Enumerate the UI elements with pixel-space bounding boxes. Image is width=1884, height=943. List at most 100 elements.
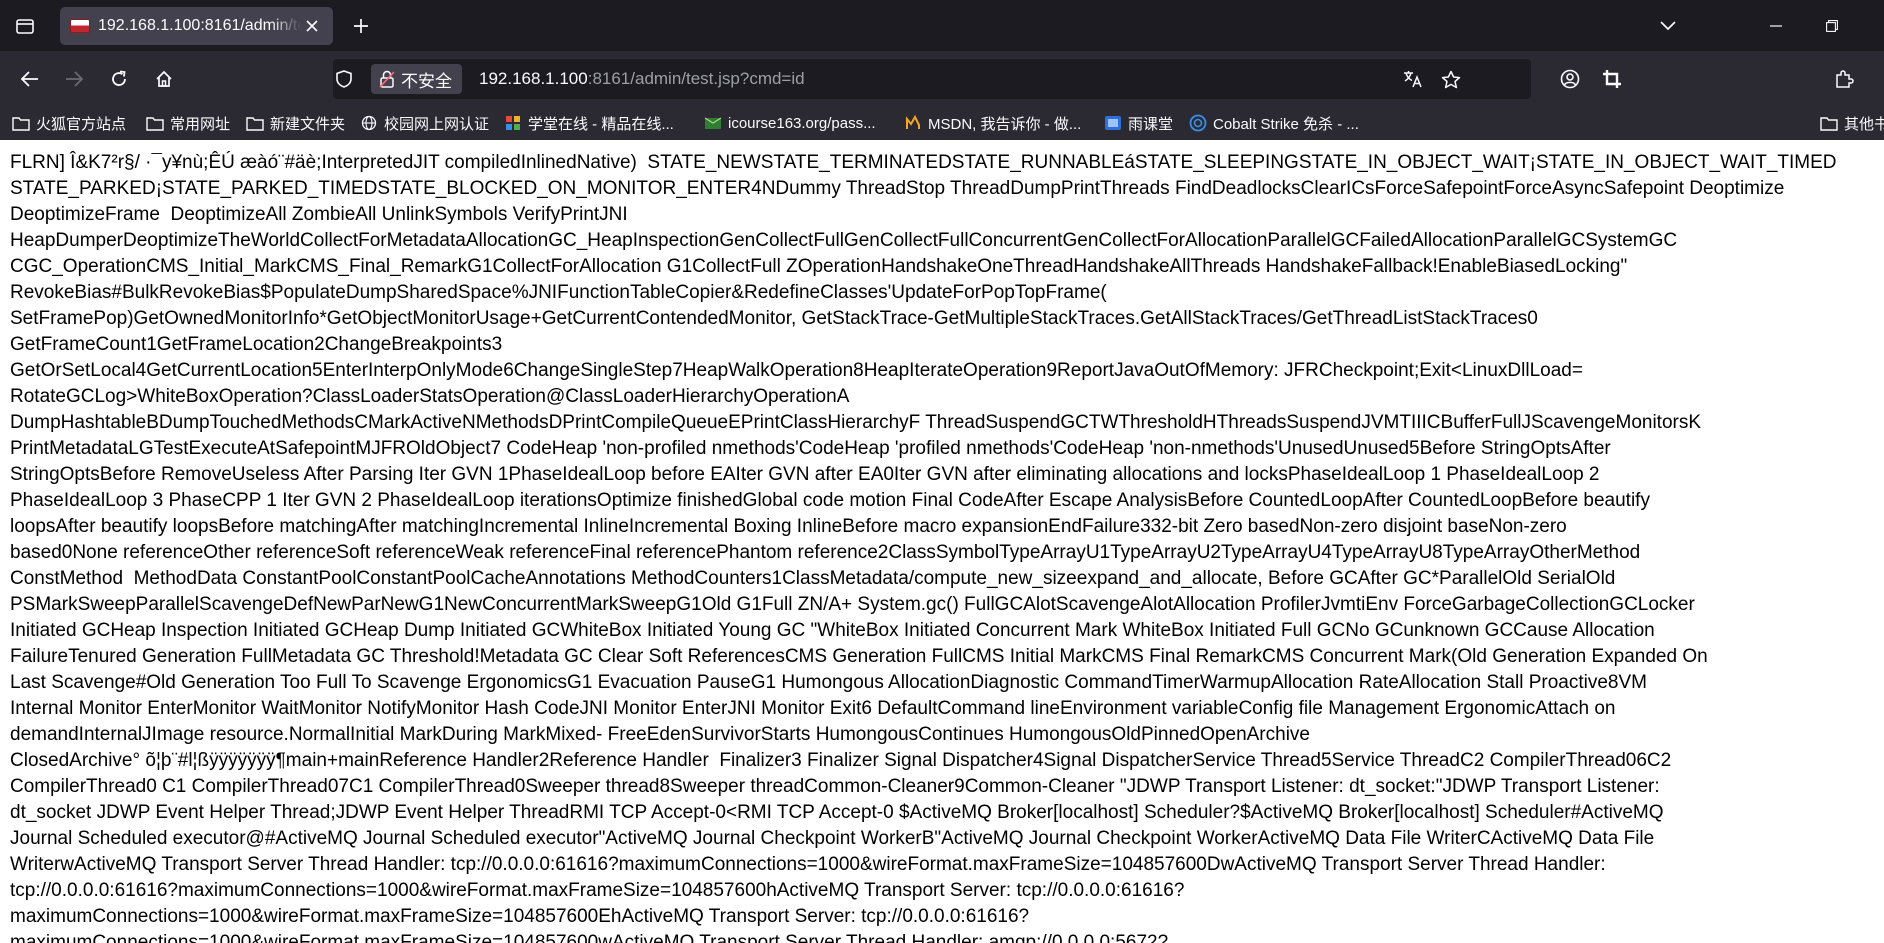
restore-icon <box>1826 19 1838 32</box>
bookmark-label: icourse163.org/pass... <box>728 114 876 132</box>
output-line: dt_socket JDWP Event Helper Thread;JDWP … <box>10 802 1664 823</box>
output-line: StringOptsBefore RemoveUseless After Par… <box>10 464 1600 485</box>
tab-list-icon <box>16 19 34 34</box>
star-icon <box>1441 70 1461 88</box>
bookmark-label: 新建文件夹 <box>270 115 346 133</box>
msdn-icon <box>904 115 922 131</box>
output-line: HeapDumperDeoptimizeTheWorldCollectForMe… <box>10 230 1678 251</box>
output-line: FailureTenured Generation FullMetadata G… <box>10 646 1708 667</box>
arrow-right-icon <box>66 71 83 87</box>
output-line: PSMarkSweepParallelScavengeDefNewParNewG… <box>10 594 1695 615</box>
output-line: CGC_OperationCMS_Initial_MarkCMS_Final_R… <box>10 256 1628 277</box>
folder-icon <box>146 115 164 131</box>
new-tab-button[interactable] <box>344 11 378 41</box>
output-line: PrintMetadataLGTestExecuteAtSafepointMJF… <box>10 438 1611 459</box>
insecure-lock-icon <box>379 70 395 88</box>
output-line: tcp://0.0.0.0:61616?maximumConnections=1… <box>10 880 1185 901</box>
icourse-icon <box>704 115 722 131</box>
bookmark-label: 其他书 <box>1844 115 1884 133</box>
bookmark-folder-firefox[interactable]: 火狐官方站点 <box>12 106 126 140</box>
reload-button[interactable] <box>101 61 137 97</box>
home-button[interactable] <box>146 61 182 97</box>
bookmark-msdn[interactable]: MSDN, 我告诉你 - 做... <box>904 106 1081 140</box>
restore-button[interactable] <box>1804 0 1860 51</box>
output-line: RevokeBias#BulkRevokeBias$PopulateDumpSh… <box>10 282 1107 303</box>
output-line: loopsAfter beautify loopsBefore matching… <box>10 516 1567 537</box>
url-path: :8161/admin/test.jsp?cmd=id <box>587 69 805 88</box>
bookmark-label: 火狐官方站点 <box>36 115 127 133</box>
output-line: based0None referenceOther referenceSoft … <box>10 542 1641 563</box>
url-text[interactable]: 192.168.1.100:8161/admin/test.jsp?cmd=id <box>479 59 805 99</box>
account-icon <box>1560 69 1580 89</box>
bookmark-star-button[interactable] <box>1433 59 1469 99</box>
output-line: Last Scavenge#Old Generation Too Full To… <box>10 672 1647 693</box>
tracking-protection-button[interactable] <box>326 59 362 99</box>
back-button[interactable] <box>12 61 48 97</box>
output-line: Internal Monitor EnterMonitor WaitMonito… <box>10 698 1616 719</box>
crop-icon <box>1603 70 1621 88</box>
minimize-icon <box>1770 24 1782 27</box>
output-line: FLRN] Î&K7²r§/ ·¯y¥nù;ÊÚ æàó¨#äè;Interpr… <box>10 152 1837 173</box>
bookmark-label: 学堂在线 - 精品在线... <box>528 115 674 133</box>
arrow-left-icon <box>21 71 38 87</box>
page-text-output: FLRN] Î&K7²r§/ ·¯y¥nù;ÊÚ æàó¨#äè;Interpr… <box>10 150 1884 943</box>
output-line: RotateGCLog>WhiteBoxOperation?ClassLoade… <box>10 386 850 407</box>
bookmarks-toolbar: 火狐官方站点 常用网址 新建文件夹 校园网上网认证 学堂在线 - 精品在线...… <box>0 106 1884 140</box>
navigation-toolbar: 不安全 192.168.1.100:8161/admin/test.jsp?cm… <box>0 51 1884 106</box>
active-tab[interactable]: 192.168.1.100:8161/admin/test.jsp?cmd=id <box>60 7 333 45</box>
bookmark-label: 常用网址 <box>170 115 231 133</box>
close-tab-button[interactable] <box>301 15 323 37</box>
xuetang-icon <box>504 115 522 131</box>
output-line: DumpHashtableBDumpTouchedMethodsCMarkAct… <box>10 412 1702 433</box>
output-line: SetFramePop)GetOwnedMonitorInfo*GetObjec… <box>10 308 1538 329</box>
folder-icon <box>12 115 30 131</box>
output-line: CompilerThread0 C1 CompilerThread07C1 Co… <box>10 776 1660 797</box>
bookmark-campus-auth[interactable]: 校园网上网认证 <box>360 106 489 140</box>
output-line: STATE_PARKED¡STATE_PARKED_TIMEDSTATE_BLO… <box>10 178 1785 199</box>
bookmark-yuketang[interactable]: 雨课堂 <box>1104 106 1173 140</box>
output-line: maximumConnections=1000&wireFormat.maxFr… <box>10 932 1169 943</box>
bookmark-cobalt-strike[interactable]: Cobalt Strike 免杀 - ... <box>1189 106 1359 140</box>
account-button[interactable] <box>1552 61 1588 97</box>
bookmark-label: 雨课堂 <box>1128 115 1174 133</box>
bookmark-label: MSDN, 我告诉你 - 做... <box>928 115 1082 133</box>
bookmark-folder-new[interactable]: 新建文件夹 <box>246 106 345 140</box>
bookmark-icourse[interactable]: icourse163.org/pass... <box>704 106 876 140</box>
output-line: ConstMethod MethodData ConstantPoolConst… <box>10 568 1616 589</box>
list-all-tabs-button[interactable] <box>8 11 42 41</box>
chevron-down-icon <box>1660 20 1676 30</box>
output-line: GetOrSetLocal4GetCurrentLocation5EnterIn… <box>10 360 1583 381</box>
shield-icon <box>336 70 352 88</box>
insecure-label: 不安全 <box>401 71 452 91</box>
cobalt-icon <box>1189 114 1207 132</box>
output-line: ClosedArchive° õ¦þ¨#l¦ßÿÿÿÿÿÿÿ¶main+main… <box>10 750 1672 771</box>
output-line: PhaseIdealLoop 3 PhaseCPP 1 Iter GVN 2 P… <box>10 490 1650 511</box>
output-line: demandInternalJImage resource.NormalInit… <box>10 724 1310 745</box>
site-security-button[interactable]: 不安全 <box>371 64 462 94</box>
bookmark-folder-other[interactable]: 其他书 <box>1820 106 1884 140</box>
output-line: WriterwActiveMQ Transport Server Thread … <box>10 854 1606 875</box>
output-line: Journal Scheduled executor@#ActiveMQ Jou… <box>10 828 1655 849</box>
minimize-button[interactable] <box>1748 0 1804 51</box>
output-line: GetFrameCount1GetFrameLocation2ChangeBre… <box>10 334 503 355</box>
tab-strip: 192.168.1.100:8161/admin/test.jsp?cmd=id <box>0 0 1884 51</box>
bookmark-label: Cobalt Strike 免杀 - ... <box>1213 115 1359 133</box>
tab-title: 192.168.1.100:8161/admin/test.jsp?cmd=id <box>98 17 301 34</box>
extensions-button[interactable] <box>1826 61 1862 97</box>
folder-icon <box>246 115 264 131</box>
bookmark-xuetang[interactable]: 学堂在线 - 精品在线... <box>504 106 674 140</box>
output-line: Initiated GCHeap Inspection Initiated GC… <box>10 620 1655 641</box>
plus-icon <box>354 19 368 33</box>
activemq-logo-icon <box>70 19 90 33</box>
home-icon <box>156 70 172 87</box>
translate-icon <box>1404 71 1422 88</box>
url-host: 192.168.1.100 <box>479 69 588 88</box>
bookmark-folder-common[interactable]: 常用网址 <box>146 106 230 140</box>
output-line: maximumConnections=1000&wireFormat.maxFr… <box>10 906 1030 927</box>
address-bar[interactable]: 不安全 192.168.1.100:8161/admin/test.jsp?cm… <box>333 59 1531 99</box>
translate-button[interactable] <box>1395 59 1431 99</box>
tab-overflow-button[interactable] <box>1640 0 1696 51</box>
forward-button[interactable] <box>56 61 92 97</box>
reload-icon <box>112 70 126 86</box>
crop-extension-button[interactable] <box>1594 61 1630 97</box>
